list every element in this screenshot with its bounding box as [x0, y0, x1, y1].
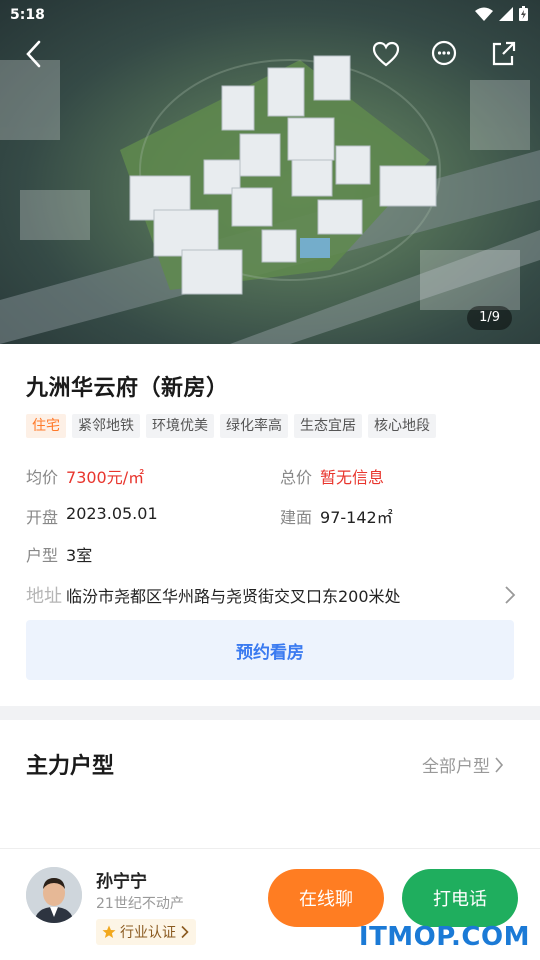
tag: 生态宜居 — [294, 414, 362, 438]
tag: 绿化率高 — [220, 414, 288, 438]
watermark-logo: ITMOP.COM — [358, 922, 530, 952]
all-floorplans-link[interactable]: 全部户型 — [422, 752, 504, 777]
back-button[interactable] — [18, 38, 50, 70]
call-button[interactable]: 打电话 — [402, 869, 518, 927]
floorplans-title: 主力户型 — [26, 754, 115, 779]
area-value: 97-142㎡ — [320, 508, 393, 527]
avg-price-label: 均价 — [26, 468, 59, 487]
agent-name: 孙宁宁 — [96, 872, 147, 892]
book-viewing-button[interactable]: 预约看房 — [26, 620, 514, 680]
certification-label: 行业认证 — [120, 925, 176, 941]
area-row: 建面 97-142㎡ — [280, 504, 393, 528]
tag-list: 住宅 紧邻地铁 环境优美 绿化率高 生态宜居 核心地段 — [26, 414, 436, 438]
layout-label: 户型 — [26, 546, 59, 565]
agent-bar: 孙宁宁 21世纪不动产 行业认证 在线聊 打电话 ITMOP.COM — [0, 848, 540, 960]
wifi-icon — [475, 7, 493, 21]
hero-image[interactable]: 5:18 1/9 — [0, 0, 540, 344]
all-floorplans-label: 全部户型 — [422, 757, 490, 777]
address-label: 地址 — [26, 586, 62, 607]
opening-label: 开盘 — [26, 508, 59, 527]
online-chat-button[interactable]: 在线聊 — [268, 869, 384, 927]
chevron-right-icon — [505, 586, 516, 604]
star-icon — [102, 925, 116, 938]
avg-price-row: 均价 7300元/㎡ — [26, 464, 144, 488]
property-title: 九洲华云府（新房） — [26, 376, 229, 401]
favorite-button[interactable] — [370, 38, 402, 70]
agent-company: 21世纪不动产 — [96, 896, 184, 912]
tag: 核心地段 — [368, 414, 436, 438]
certification-badge[interactable]: 行业认证 — [96, 919, 196, 945]
tag: 环境优美 — [146, 414, 214, 438]
layout-row: 户型 3室 — [26, 542, 92, 566]
back-arrow-icon — [26, 40, 41, 68]
status-time: 5:18 — [10, 7, 45, 23]
agent-avatar[interactable] — [26, 867, 82, 923]
address-value: 临汾市尧都区华州路与尧贤街交叉口东200米处 — [66, 587, 401, 606]
opening-value: 2023.05.01 — [66, 504, 158, 523]
image-counter: 1/9 — [467, 306, 512, 330]
tag: 住宅 — [26, 414, 66, 438]
share-icon — [492, 41, 516, 66]
signal-icon — [499, 6, 513, 21]
layout-value: 3室 — [66, 546, 93, 565]
chevron-right-icon — [495, 756, 504, 773]
opening-row: 开盘 2023.05.01 — [26, 504, 158, 528]
share-button[interactable] — [487, 38, 519, 70]
section-divider — [0, 706, 540, 720]
message-button[interactable] — [428, 38, 460, 70]
heart-icon — [372, 41, 400, 67]
total-price-row: 总价 暂无信息 — [280, 464, 384, 488]
avatar-image — [26, 867, 82, 923]
address-row[interactable]: 地址 临汾市尧都区华州路与尧贤街交叉口东200米处 — [26, 582, 516, 608]
battery-icon — [519, 6, 528, 21]
area-label: 建面 — [280, 508, 313, 527]
total-price-label: 总价 — [280, 468, 313, 487]
status-bar: 5:18 — [0, 0, 540, 30]
chevron-right-icon — [181, 925, 189, 939]
avg-price-value: 7300元/㎡ — [66, 468, 145, 487]
chat-bubble-icon — [431, 40, 457, 66]
tag: 紧邻地铁 — [72, 414, 140, 438]
total-price-value: 暂无信息 — [320, 468, 385, 487]
